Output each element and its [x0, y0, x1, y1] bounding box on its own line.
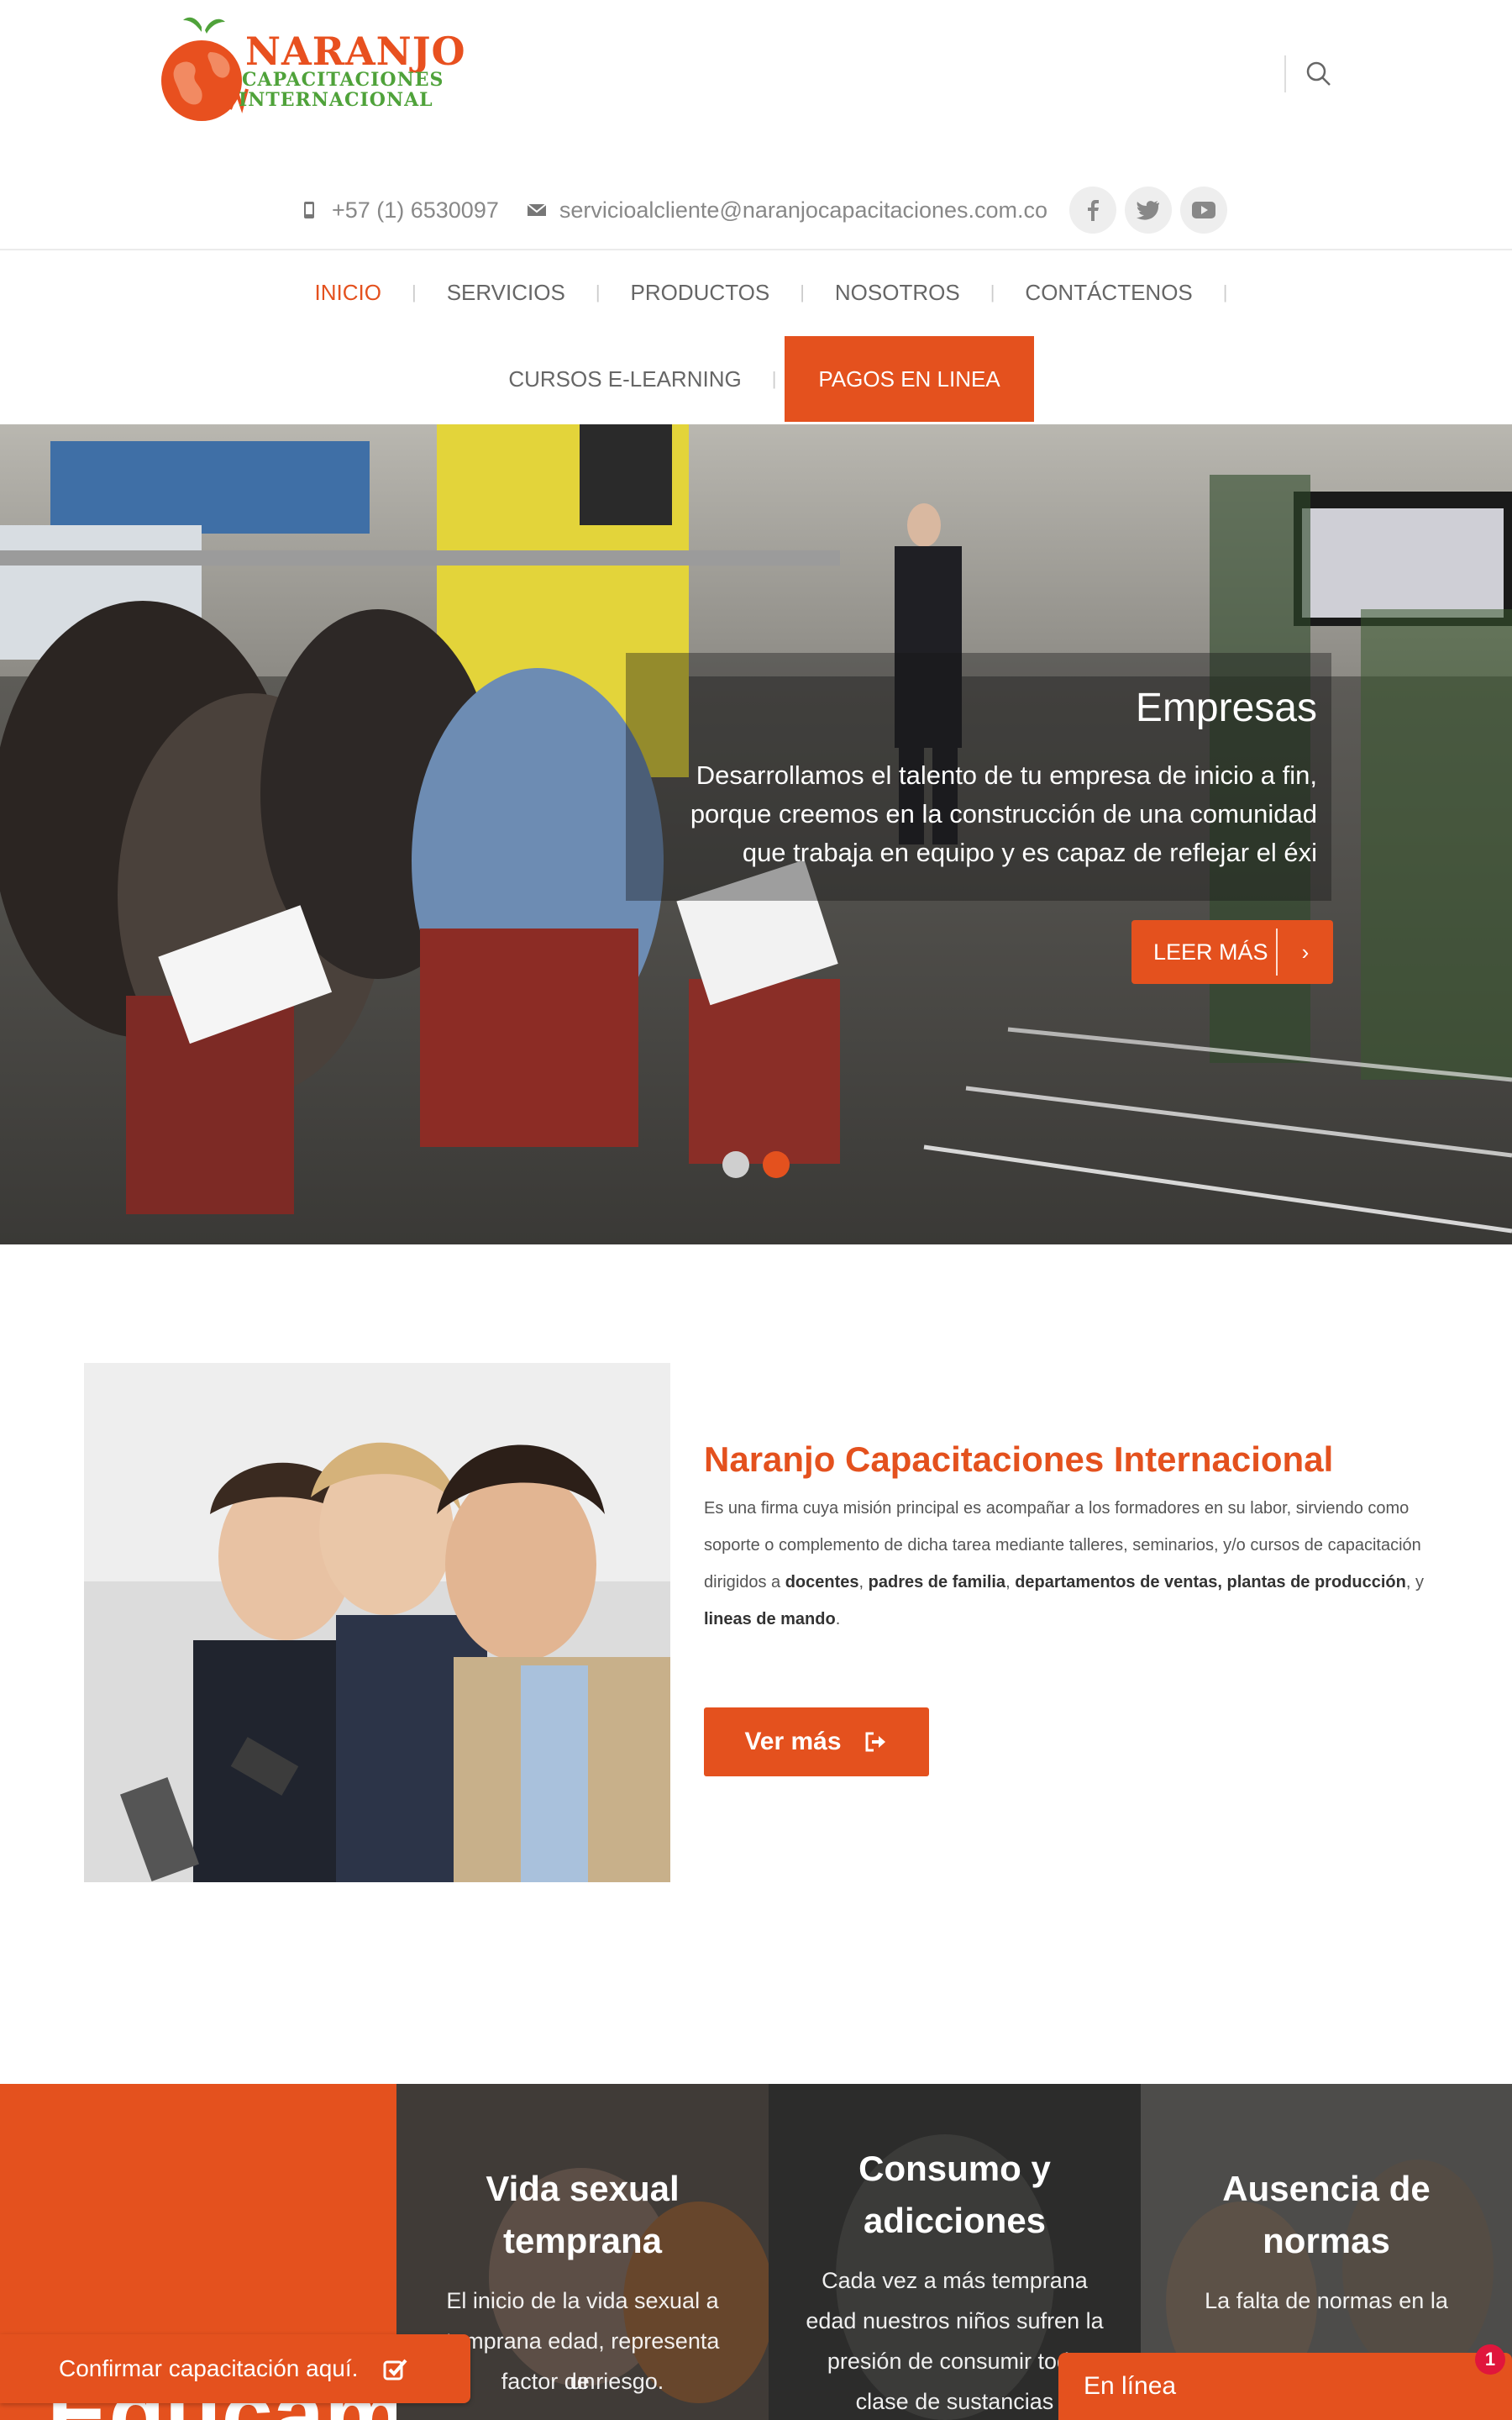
ver-mas-button[interactable]: Ver más: [704, 1707, 929, 1776]
chat-notification-badge: 1: [1475, 2344, 1505, 2375]
about-bold-docentes: docentes: [785, 1573, 859, 1591]
card-text-line1: El inicio de la vida sexual a: [446, 2288, 719, 2313]
nav-inicio[interactable]: INICIO: [285, 280, 412, 306]
header-divider: [0, 249, 1512, 250]
nav-separator: |: [1222, 281, 1228, 302]
hero-description: Desarrollamos el talento de tu empresa d…: [690, 760, 1317, 867]
twitter-icon[interactable]: [1125, 187, 1173, 234]
confirm-training-button[interactable]: Confirmar capacitación aquí.: [0, 2334, 470, 2403]
about-bold-lineas: lineas de mando: [704, 1610, 836, 1628]
about-text-separator: , y: [1405, 1573, 1424, 1591]
card-text-line1: La falta de normas en la: [1205, 2288, 1448, 2313]
logo-name-line3: INTERNACIONAL: [239, 89, 433, 111]
nav-servicios[interactable]: SERVICIOS: [417, 280, 596, 306]
search-icon[interactable]: [1304, 59, 1334, 89]
card-title-line1: Vida sexual: [486, 2169, 680, 2208]
ver-mas-label: Ver más: [744, 1728, 842, 1755]
email-item[interactable]: servicioalcliente@naranjocapacitaciones.…: [526, 197, 1047, 224]
slider-dot-1[interactable]: [722, 1151, 749, 1178]
chevron-right-icon: ›: [1301, 939, 1310, 965]
hero-title: Empresas: [1135, 686, 1317, 730]
chat-status-label: En línea: [1084, 2372, 1177, 2400]
card-title-line2: temprana: [502, 2221, 663, 2260]
logo-name-line1: NARANJO: [245, 29, 466, 74]
email-address: servicioalcliente@naranjocapacitaciones.…: [559, 197, 1048, 223]
secondary-nav: CURSOS E-LEARNING | PAGOS EN LINEA: [0, 336, 1512, 422]
search-divider: [1284, 55, 1286, 92]
about-photo: [84, 1363, 670, 1882]
nav-contactenos[interactable]: CONTÁCTENOS: [995, 280, 1222, 306]
nav-productos[interactable]: PRODUCTOS: [601, 280, 801, 306]
card-title-line2: adicciones: [863, 2201, 1047, 2240]
confirm-training-label: Confirmar capacitación aquí.: [59, 2355, 359, 2381]
about-description: Es una firma cuya misión principal es ac…: [704, 1490, 1426, 1638]
check-square-icon: [383, 2359, 407, 2381]
youtube-icon[interactable]: [1180, 187, 1228, 234]
logo-name-line2: CAPACITACIONES: [242, 69, 444, 91]
slider-dot-2-active[interactable]: [763, 1151, 790, 1178]
leer-mas-label: LEER MÁS: [1153, 939, 1268, 965]
card-title-line2: normas: [1263, 2221, 1390, 2260]
phone-icon: [303, 202, 314, 218]
phone-item[interactable]: +57 (1) 6530097: [298, 197, 499, 224]
about-text-separator: ,: [858, 1573, 869, 1591]
about-title: Naranjo Capacitaciones Internacional: [704, 1439, 1334, 1479]
orange-globe-icon: [161, 17, 249, 121]
main-nav: INICIO | SERVICIOS | PRODUCTOS | NOSOTROS | …: [0, 269, 1512, 316]
about-text-end: .: [835, 1610, 841, 1628]
sign-out-icon: [865, 1732, 885, 1752]
mail-icon: [527, 203, 547, 216]
nav-cursos-elearning[interactable]: CURSOS E-LEARNING: [478, 366, 771, 392]
leer-mas-button[interactable]: LEER MÁS ›: [1131, 920, 1333, 984]
about-bold-departamentos: departamentos de ventas, plantas de prod…: [1015, 1573, 1406, 1591]
card-text-line1: Cada vez a más temprana: [822, 2268, 1088, 2293]
card-title-line1: Ausencia de: [1222, 2169, 1431, 2208]
nav-pagos-en-linea[interactable]: PAGOS EN LINEA: [785, 336, 1034, 422]
about-text-separator: ,: [1005, 1573, 1016, 1591]
facebook-icon[interactable]: [1069, 187, 1117, 234]
nav-nosotros[interactable]: NOSOTROS: [805, 280, 990, 306]
phone-number: +57 (1) 6530097: [331, 197, 499, 223]
about-bold-padres: padres de familia: [868, 1573, 1006, 1591]
card-text-line2: edad nuestros niños sufren la: [806, 2308, 1104, 2333]
card-text-line3: factor de riesgo.: [501, 2369, 664, 2394]
chat-widget[interactable]: En línea: [1058, 2353, 1512, 2420]
nav-separator: |: [771, 368, 777, 389]
contact-bar: +57 (1) 6530097 servicioalcliente@naranj…: [0, 185, 1512, 235]
card-title-line1: Consumo y: [858, 2149, 1051, 2188]
site-logo[interactable]: NARANJO CAPACITACIONES INTERNACIONAL: [158, 15, 465, 124]
